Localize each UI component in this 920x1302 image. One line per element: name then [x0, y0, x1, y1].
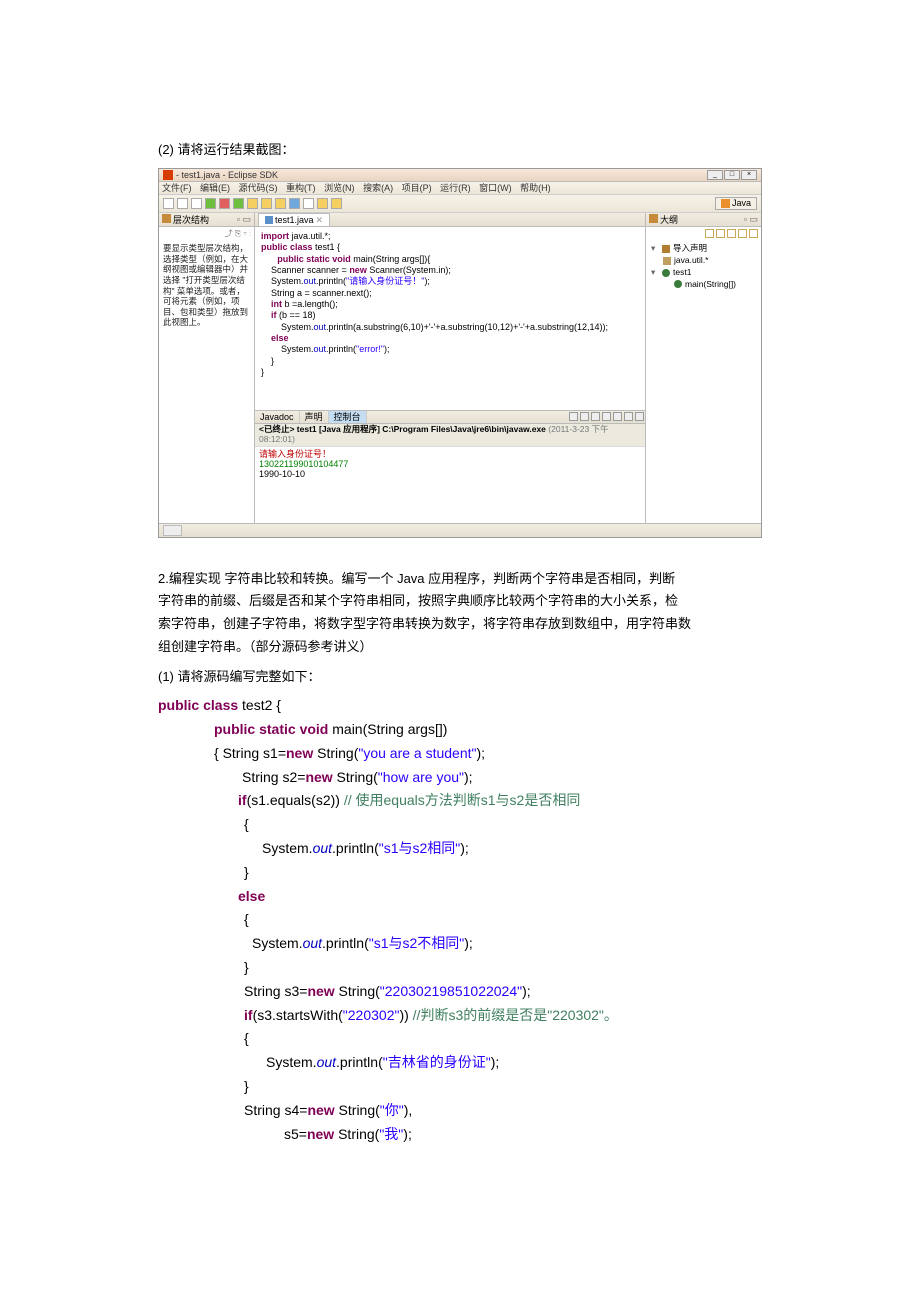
menu-window[interactable]: 窗口(W): [479, 183, 512, 193]
imports-icon: [662, 245, 670, 253]
bottom-tabs: Javadoc 声明 控制台: [255, 410, 645, 424]
menu-project[interactable]: 项目(P): [402, 183, 432, 193]
hierarchy-hint: 要显示类型层次结构，选择类型（例如，在大纲视图或编辑器中）并选择 "打开类型层次…: [159, 240, 254, 331]
tb-newclass-icon[interactable]: [247, 198, 258, 209]
perspective-java[interactable]: Java: [715, 197, 757, 209]
console-pin-icon[interactable]: [602, 412, 611, 421]
tb-print-icon[interactable]: [191, 198, 202, 209]
tb-nav-icon[interactable]: [303, 198, 314, 209]
editor-tab-label: test1.java: [275, 215, 314, 225]
outline-icon: [649, 214, 658, 223]
hierarchy-title: 层次结构: [173, 215, 209, 225]
editor-tabrow: test1.java ✕: [255, 213, 645, 227]
console-header: <已终止> test1 [Java 应用程序] C:\Program Files…: [255, 424, 645, 447]
tb-new-icon[interactable]: [163, 198, 174, 209]
menu-search[interactable]: 搜索(A): [363, 183, 393, 193]
tb-newpkg-icon[interactable]: [261, 198, 272, 209]
hierarchy-tab[interactable]: 层次结构 ▫ ▭: [159, 213, 254, 227]
hierarchy-toolbar: ⤴ ⎘ ▿ ⋮: [159, 227, 254, 240]
method-icon: [674, 280, 682, 288]
window-titlebar: - test1.java - Eclipse SDK _ □ ×: [159, 169, 761, 182]
console-removeall-icon[interactable]: [580, 412, 589, 421]
window-controls: _ □ ×: [707, 170, 757, 180]
close-button[interactable]: ×: [741, 170, 757, 180]
tb-fwd-icon[interactable]: [331, 198, 342, 209]
console-max-icon[interactable]: [635, 412, 644, 421]
console-display-icon[interactable]: [613, 412, 622, 421]
package-icon: [663, 257, 671, 265]
tb-newproj-icon[interactable]: [275, 198, 286, 209]
java-perspective-icon: [721, 199, 730, 208]
console-remove-icon[interactable]: [569, 412, 578, 421]
tb-search-icon[interactable]: [289, 198, 300, 209]
caption-2: (2) 请将运行结果截图：: [158, 140, 762, 160]
outline-class-test1[interactable]: ▾test1: [651, 267, 756, 279]
caption-1: (1) 请将源码编写完整如下：: [158, 667, 762, 687]
hierarchy-view: 层次结构 ▫ ▭ ⤴ ⎘ ▿ ⋮ 要显示类型层次结构，选择类型（例如，在大纲视图…: [159, 213, 255, 523]
prose-2: 2.编程实现 字符串比较和转换。编写一个 Java 应用程序，判断两个字符串是否…: [158, 568, 762, 659]
tb-run2-icon[interactable]: [233, 198, 244, 209]
outline-view: 大纲 ▫ ▭ ▾导入声明 java.util.* ▾test1 main(Str…: [645, 213, 761, 523]
outline-imports[interactable]: ▾导入声明: [651, 243, 756, 255]
console-output[interactable]: 请输入身份证号！ 130221199010104477 1990-10-10: [255, 447, 645, 523]
status-box: [163, 525, 182, 536]
tb-run-icon[interactable]: [205, 198, 216, 209]
tab-javadoc[interactable]: Javadoc: [255, 411, 300, 423]
tab-declaration[interactable]: 声明: [300, 411, 329, 423]
console-line-2: 130221199010104477: [259, 459, 641, 469]
window-title: - test1.java - Eclipse SDK: [176, 170, 707, 180]
class-icon: [662, 269, 670, 277]
menu-run[interactable]: 运行(R): [440, 183, 471, 193]
outline-min-icon[interactable]: ▫ ▭: [744, 214, 758, 224]
minimize-button[interactable]: _: [707, 170, 723, 180]
menu-file[interactable]: 文件(F): [162, 183, 192, 193]
console-line-1: 请输入身份证号！: [259, 449, 641, 459]
eclipse-screenshot: - test1.java - Eclipse SDK _ □ × 文件(F) 编…: [158, 168, 762, 538]
menu-edit[interactable]: 编辑(E): [200, 183, 230, 193]
perspective-label: Java: [732, 198, 751, 208]
hierarchy-icon: [162, 214, 171, 223]
tb-save-icon[interactable]: [177, 198, 188, 209]
outline-title: 大纲: [660, 215, 678, 225]
menubar: 文件(F) 编辑(E) 源代码(S) 重构(T) 浏览(N) 搜索(A) 项目(…: [159, 182, 761, 195]
console-lock-icon[interactable]: [591, 412, 600, 421]
menu-help[interactable]: 帮助(H): [520, 183, 551, 193]
java-file-icon: [265, 216, 273, 224]
tab-console[interactable]: 控制台: [329, 411, 367, 423]
app-icon: [163, 170, 173, 180]
tb-back-icon[interactable]: [317, 198, 328, 209]
maximize-button[interactable]: □: [724, 170, 740, 180]
hierarchy-min-icon[interactable]: ▫ ▭: [237, 214, 251, 224]
console-line-3: 1990-10-10: [259, 469, 641, 479]
outline-method-main[interactable]: main(String[]): [651, 279, 756, 291]
console-min-icon[interactable]: [624, 412, 633, 421]
outline-toolbar: [646, 227, 761, 240]
outline-tab[interactable]: 大纲 ▫ ▭: [646, 213, 761, 227]
outline-import-javautil[interactable]: java.util.*: [651, 255, 756, 267]
source-code-block: public class test2 { public static void …: [158, 694, 762, 1146]
editor-tab-close-icon[interactable]: ✕: [316, 215, 324, 225]
code-editor[interactable]: import java.util.*; public class test1 {…: [255, 227, 645, 410]
statusbar: [159, 523, 761, 537]
menu-source[interactable]: 源代码(S): [239, 183, 278, 193]
editor-tab-test1[interactable]: test1.java ✕: [258, 213, 330, 226]
menu-refactor[interactable]: 重构(T): [286, 183, 316, 193]
menu-navigate[interactable]: 浏览(N): [324, 183, 355, 193]
toolbar: Java: [159, 195, 761, 212]
tb-debug-icon[interactable]: [219, 198, 230, 209]
